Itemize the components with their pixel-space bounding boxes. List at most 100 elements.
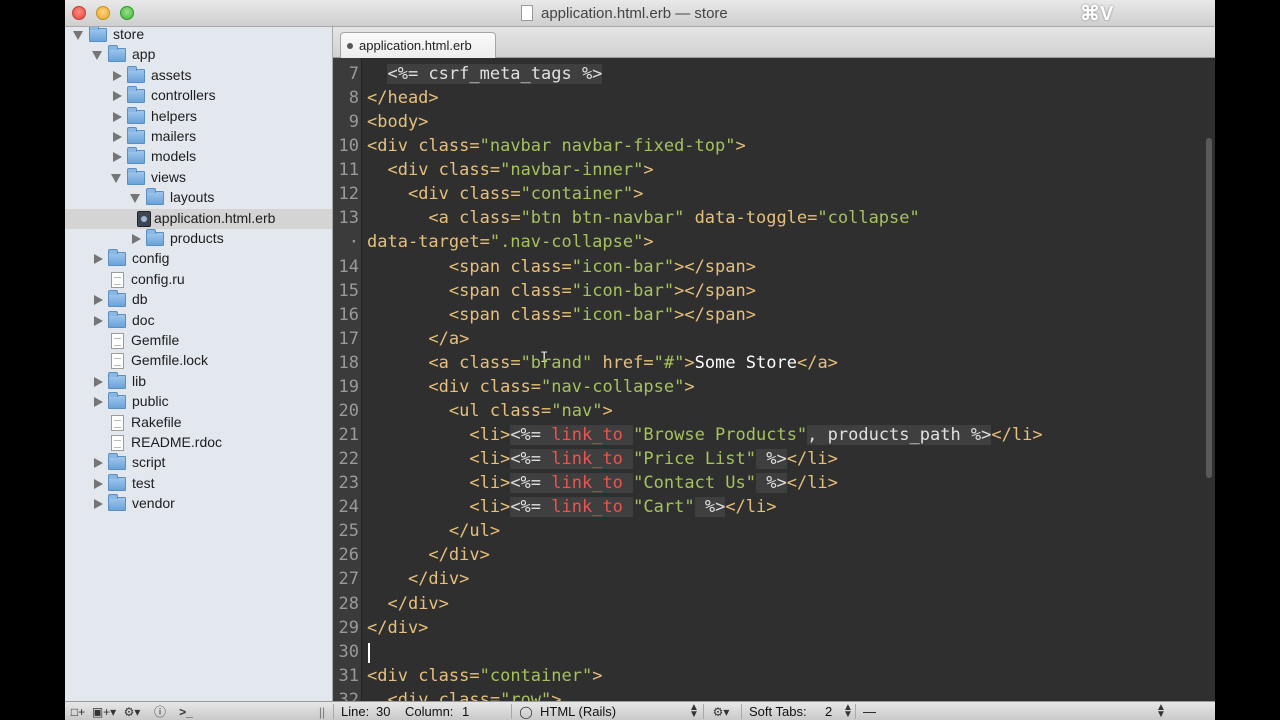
- code-line[interactable]: <li><%= link_to "Contact Us" %></li>: [367, 473, 838, 494]
- symbol-selector[interactable]: —: [863, 704, 876, 719]
- code-line[interactable]: <div class="container">: [367, 184, 643, 204]
- sidebar-item-test[interactable]: test: [65, 473, 332, 494]
- sidebar-item-application-html-erb[interactable]: application.html.erb: [65, 208, 332, 229]
- code-line[interactable]: data-target=".nav-collapse">: [367, 232, 654, 252]
- disclosure-open-icon[interactable]: [92, 51, 102, 61]
- folder-icon: [146, 229, 164, 246]
- syntax-selector[interactable]: HTML (Rails): [540, 704, 616, 719]
- disclosure-closed-icon[interactable]: [94, 254, 103, 265]
- symbol-stepper-icon[interactable]: ▲ ▼: [1156, 703, 1166, 720]
- disclosure-closed-icon[interactable]: [94, 478, 103, 489]
- disclosure-closed-icon[interactable]: [113, 111, 122, 122]
- tab-application-html-erb[interactable]: application.html.erb: [340, 32, 496, 58]
- sidebar-item-db[interactable]: db: [65, 290, 332, 310]
- disclosure-closed-icon[interactable]: [113, 152, 122, 163]
- sidebar-item-app[interactable]: app: [65, 45, 332, 65]
- code-line[interactable]: <div class="container">: [367, 666, 602, 686]
- sidebar-item-script[interactable]: script: [65, 453, 332, 473]
- disclosure-closed-icon[interactable]: [113, 132, 122, 142]
- sidebar-item-rakefile[interactable]: Rakefile: [65, 413, 332, 433]
- soft-tabs-value[interactable]: 2: [825, 704, 832, 719]
- sidebar-item-gemfile-lock[interactable]: Gemfile.lock: [65, 351, 332, 371]
- code-line[interactable]: </a>: [367, 329, 469, 349]
- sidebar-item-lib[interactable]: lib: [65, 371, 332, 392]
- code-line[interactable]: <span class="icon-bar"></span>: [367, 257, 756, 277]
- code-line[interactable]: <span class="icon-bar"></span>: [367, 305, 756, 325]
- disclosure-open-icon[interactable]: [111, 173, 121, 183]
- code-token-str: "Browse Products": [633, 425, 808, 446]
- soft-tabs-stepper-icon[interactable]: ▲ ▼: [843, 703, 853, 720]
- sidebar-item-views[interactable]: views: [65, 167, 332, 188]
- code-line[interactable]: <%= csrf_meta_tags %>: [367, 64, 603, 84]
- sidebar-item-models[interactable]: models: [65, 147, 332, 167]
- sidebar-item-readme-rdoc[interactable]: README.rdoc: [65, 433, 332, 453]
- code-line[interactable]: <div class="navbar navbar-fixed-top">: [367, 136, 746, 156]
- code-line[interactable]: <li><%= link_to "Price List" %></li>: [367, 449, 838, 470]
- code-line[interactable]: <div class="nav-collapse">: [367, 377, 694, 397]
- disclosure-closed-icon[interactable]: [94, 499, 103, 510]
- code-line[interactable]: </head>: [367, 88, 439, 108]
- folder-icon: [127, 147, 145, 165]
- disclosure-closed-icon[interactable]: [132, 234, 141, 244]
- zoom-window-button[interactable]: [120, 6, 134, 20]
- sidebar-item-store[interactable]: store: [65, 27, 332, 45]
- document-proxy-icon[interactable]: [521, 5, 533, 21]
- sidebar-item-config-ru[interactable]: config.ru: [65, 270, 332, 290]
- code-line[interactable]: </div>: [367, 569, 469, 589]
- info-icon[interactable]: ⓘ: [151, 703, 169, 720]
- project-drawer[interactable]: store app assets controllers helpers mailers m…: [65, 27, 333, 701]
- code-line[interactable]: <div class="row">: [367, 690, 561, 701]
- sidebar-item-public[interactable]: public: [65, 392, 332, 412]
- disclosure-closed-icon[interactable]: [113, 70, 122, 81]
- code-line[interactable]: <body>: [367, 112, 428, 132]
- sidebar-item-doc[interactable]: doc: [65, 310, 332, 331]
- code-line[interactable]: <a class="btn btn-navbar" data-toggle="c…: [367, 208, 919, 228]
- disclosure-open-icon[interactable]: [130, 194, 140, 204]
- sidebar-item-gemfile[interactable]: Gemfile: [65, 331, 332, 351]
- disclosure-closed-icon[interactable]: [94, 376, 103, 387]
- folder-icon: [108, 473, 126, 491]
- sidebar-item-controllers[interactable]: controllers: [65, 86, 332, 106]
- code-token-tag: >: [735, 136, 746, 157]
- sidebar-item-vendor[interactable]: vendor: [65, 494, 332, 514]
- sidebar-item-mailers[interactable]: mailers: [65, 127, 332, 147]
- code-token-attr: href=: [592, 352, 654, 373]
- terminal-icon[interactable]: >_: [175, 703, 197, 720]
- code-line[interactable]: </div>: [367, 594, 448, 614]
- sidebar-item-helpers[interactable]: helpers: [65, 106, 332, 127]
- bundle-gear-icon[interactable]: ⚙▾: [707, 703, 735, 720]
- minimize-window-button[interactable]: [96, 6, 110, 20]
- code-line[interactable]: <li><%= link_to "Browse Products", produ…: [367, 425, 1043, 446]
- sidebar-item-products[interactable]: products: [65, 229, 332, 249]
- disclosure-closed-icon[interactable]: [94, 458, 103, 469]
- letterbox-right: [1215, 0, 1280, 720]
- code-line[interactable]: <ul class="nav">: [367, 401, 613, 421]
- gear-icon[interactable]: ⚙▾: [119, 703, 145, 720]
- code-line[interactable]: <li><%= link_to "Cart" %></li>: [367, 497, 777, 518]
- soft-tabs-label[interactable]: Soft Tabs:: [749, 704, 807, 719]
- title-bar[interactable]: application.html.erb — store ⌘V: [65, 0, 1215, 27]
- code-line[interactable]: <span class="icon-bar"></span>: [367, 281, 756, 301]
- sidebar-item-layouts[interactable]: layouts: [65, 188, 332, 208]
- code-editor[interactable]: 7 8 9 10 11 12 13 · 14 15 16 17 18 19 20 21 22 23 24 25 26 27…: [333, 58, 1215, 701]
- add-folder-icon[interactable]: ▣+▾: [91, 703, 117, 720]
- disclosure-closed-icon[interactable]: [94, 315, 103, 326]
- add-file-icon[interactable]: □+: [67, 703, 89, 720]
- code-line[interactable]: </div>: [367, 618, 428, 638]
- disclosure-closed-icon[interactable]: [113, 91, 122, 102]
- editor-window: application.html.erb — store ⌘V store app…: [65, 0, 1215, 720]
- disclosure-open-icon[interactable]: [73, 31, 83, 40]
- sidebar-item-assets[interactable]: assets: [65, 65, 332, 86]
- resize-handle-icon[interactable]: ||: [317, 703, 327, 720]
- disclosure-closed-icon[interactable]: [94, 295, 103, 306]
- code-line[interactable]: </ul>: [367, 521, 500, 541]
- sidebar-item-config[interactable]: config: [65, 249, 332, 269]
- disclosure-closed-icon[interactable]: [94, 397, 103, 408]
- code-line[interactable]: </div>: [367, 545, 489, 565]
- vertical-scrollbar[interactable]: [1206, 138, 1212, 478]
- close-window-button[interactable]: [72, 6, 86, 20]
- code-line[interactable]: <a class="brand" href="#">Some Store</a>: [367, 353, 838, 373]
- syntax-stepper-icon[interactable]: ▲ ▼: [689, 703, 699, 720]
- line-number-gutter[interactable]: 7 8 9 10 11 12 13 · 14 15 16 17 18 19 20 21 22 23 24 25 26 27…: [333, 58, 362, 701]
- code-line[interactable]: <div class="navbar-inner">: [367, 160, 653, 180]
